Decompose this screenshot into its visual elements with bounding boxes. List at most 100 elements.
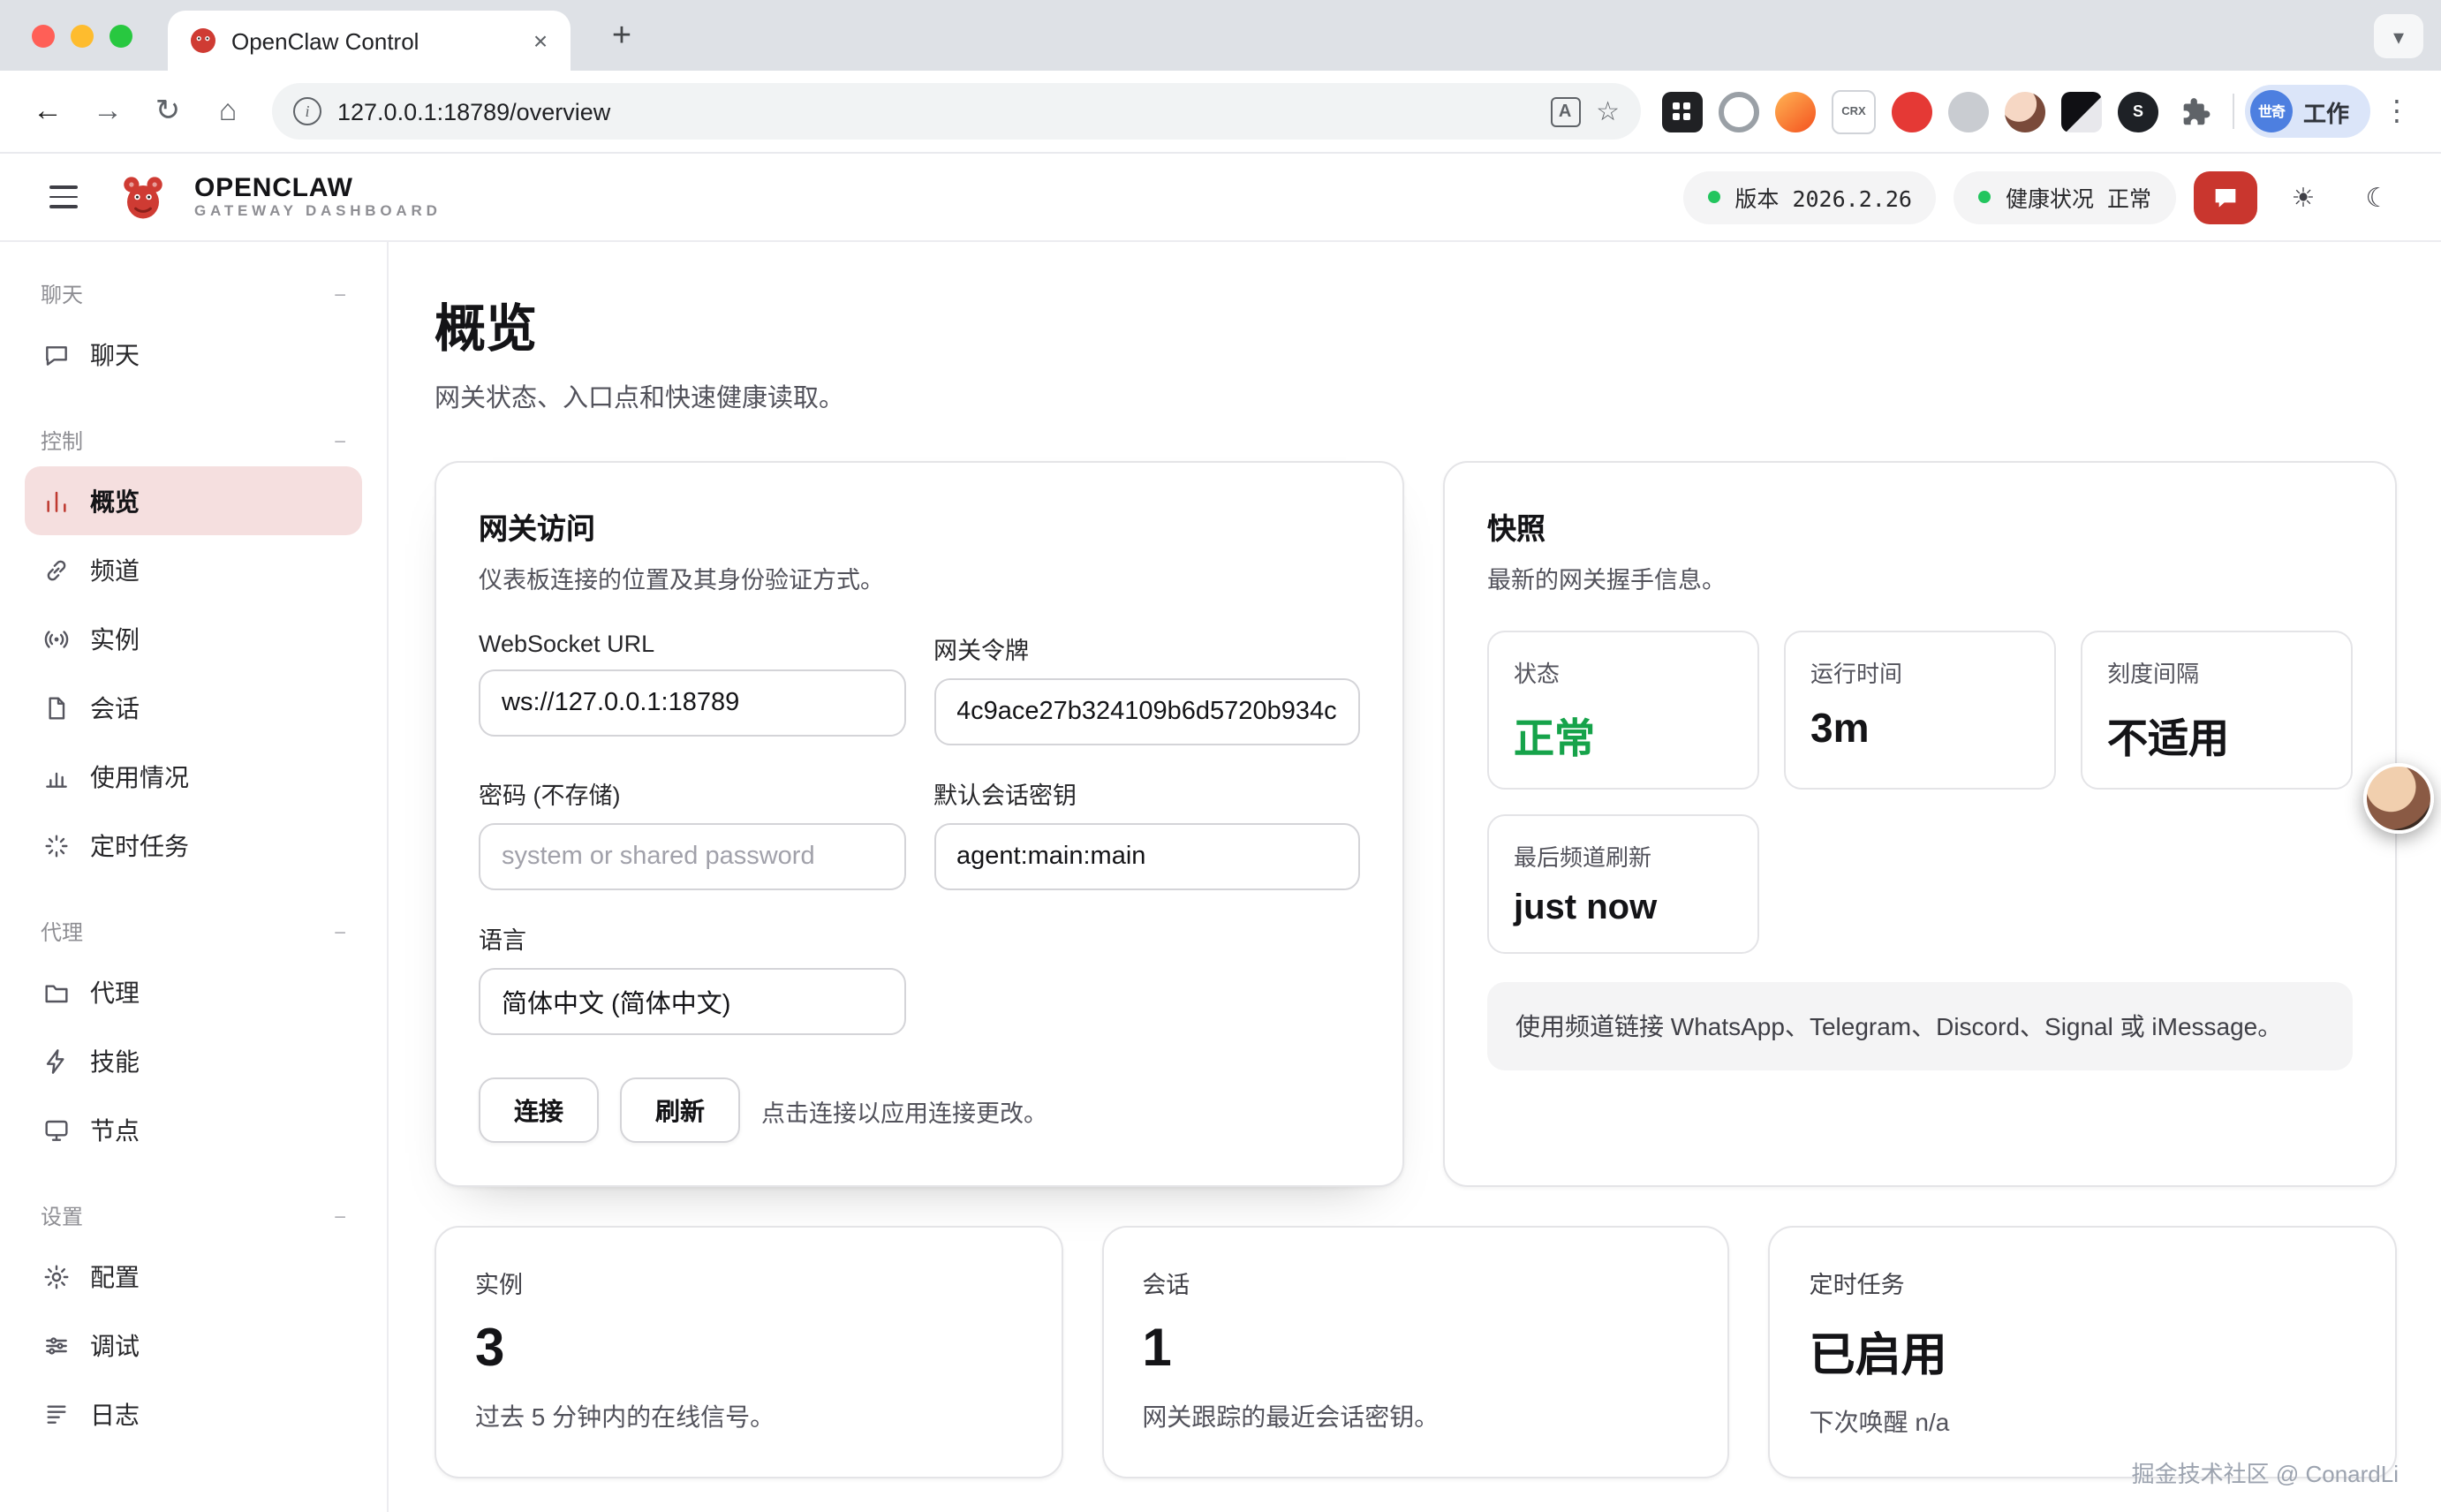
password-input[interactable] [479, 823, 905, 890]
status-tile-label: 状态 [1514, 655, 1733, 689]
last-refresh-tile-value: just now [1514, 888, 1733, 929]
sidebar-item-cron[interactable]: 定时任务 [25, 811, 362, 880]
sidebar-item-channels[interactable]: 频道 [25, 535, 362, 604]
gear-icon [42, 1262, 71, 1290]
collapse-icon[interactable]: − [334, 919, 346, 944]
extension-ring-icon[interactable] [1719, 91, 1759, 132]
session-key-input[interactable] [933, 823, 1360, 890]
address-bar[interactable]: i 127.0.0.1:18789/overview A ☆ [272, 83, 1641, 140]
gateway-token-field: 网关令牌 [933, 631, 1360, 745]
home-icon[interactable]: ⌂ [198, 81, 258, 141]
hamburger-menu-icon[interactable] [35, 169, 92, 225]
extensions-puzzle-icon[interactable] [2174, 91, 2215, 132]
cron-label: 定时任务 [1810, 1265, 2356, 1300]
window-close-button[interactable] [32, 25, 55, 48]
language-label: 语言 [479, 920, 905, 956]
openclaw-logo [117, 170, 170, 223]
section-label-settings: 设置 [41, 1201, 83, 1231]
bookmark-star-icon[interactable]: ☆ [1596, 95, 1620, 127]
sidebar-section-control: 控制 − 概览 频道 实例 会话 [25, 410, 362, 880]
cron-stat-card: 定时任务 已启用 下次唤醒 n/a [1769, 1226, 2397, 1478]
folder-icon [42, 978, 71, 1006]
bar-chart-icon [42, 487, 71, 515]
tab-close-icon[interactable]: × [525, 25, 556, 57]
sidebar-item-instances[interactable]: 实例 [25, 604, 362, 673]
sidebar-section-settings: 设置 − 配置 调试 日志 [25, 1185, 362, 1448]
window-minimize-button[interactable] [71, 25, 94, 48]
section-label-agents: 代理 [41, 917, 83, 947]
chat-icon [42, 340, 71, 368]
new-tab-button[interactable]: + [597, 12, 646, 62]
page-subtitle: 网关状态、入口点和快速健康读取。 [435, 378, 2397, 415]
forward-icon[interactable]: → [78, 81, 138, 141]
tick-interval-tile-value: 不适用 [2107, 705, 2326, 765]
collapse-icon[interactable]: − [334, 282, 346, 306]
sidebar-item-config[interactable]: 配置 [25, 1242, 362, 1311]
zap-icon [42, 1047, 71, 1075]
refresh-button[interactable]: 刷新 [620, 1077, 740, 1143]
floating-avatar[interactable] [2363, 763, 2434, 834]
monitor-icon [42, 1115, 71, 1144]
extension-adblock-icon[interactable] [1892, 91, 1932, 132]
cron-caption: 下次唤醒 n/a [1810, 1404, 2356, 1440]
sliders-icon [42, 1331, 71, 1359]
extension-grid-icon[interactable] [1662, 91, 1703, 132]
app-header: OPENCLAW GATEWAY DASHBOARD 版本 2026.2.26 … [0, 154, 2441, 242]
chat-bubble-button[interactable] [2194, 170, 2257, 223]
sidebar-item-sessions[interactable]: 会话 [25, 673, 362, 742]
connect-button[interactable]: 连接 [479, 1077, 599, 1143]
extension-photo-icon[interactable] [2061, 91, 2102, 132]
extension-gray-icon[interactable] [1948, 91, 1989, 132]
dark-theme-moon-icon[interactable]: ☾ [2349, 169, 2406, 225]
health-status-dot [1979, 191, 1991, 203]
link-icon [42, 556, 71, 584]
collapse-icon[interactable]: − [334, 1204, 346, 1228]
snapshot-card: 快照 最新的网关握手信息。 状态 正常 运行时间 3m 刻度间隔 [1443, 461, 2397, 1187]
extension-s-icon[interactable]: S [2118, 91, 2158, 132]
browser-menu-kebab-icon[interactable]: ⋮ [2370, 85, 2423, 138]
sidebar-item-agents[interactable]: 代理 [25, 957, 362, 1026]
sidebar-item-logs[interactable]: 日志 [25, 1380, 362, 1448]
sidebar-item-overview[interactable]: 概览 [25, 466, 362, 535]
sidebar-item-nodes[interactable]: 节点 [25, 1095, 362, 1164]
websocket-url-input[interactable] [479, 669, 905, 737]
collapse-icon[interactable]: − [334, 428, 346, 453]
translate-icon[interactable]: A [1550, 96, 1580, 126]
sessions-stat-card: 会话 1 网关跟踪的最近会话密钥。 [1101, 1226, 1729, 1478]
sessions-value: 1 [1142, 1319, 1689, 1380]
password-field: 密码 (不存储) [479, 775, 905, 890]
session-key-field: 默认会话密钥 [933, 775, 1360, 890]
site-info-icon[interactable]: i [293, 97, 321, 125]
language-field: 语言 [479, 920, 905, 1035]
snapshot-card-subtitle: 最新的网关握手信息。 [1487, 560, 2353, 595]
extension-orange-icon[interactable] [1775, 91, 1816, 132]
extension-avatar-icon[interactable] [2005, 91, 2045, 132]
status-tile: 状态 正常 [1487, 631, 1759, 790]
browser-tab[interactable]: OpenClaw Control × [168, 11, 571, 71]
tick-interval-tile: 刻度间隔 不适用 [2081, 631, 2353, 790]
window-controls [32, 25, 132, 48]
sessions-label: 会话 [1142, 1265, 1689, 1300]
websocket-url-label: WebSocket URL [479, 631, 905, 657]
tab-search-chevron-icon[interactable]: ▾ [2374, 14, 2423, 58]
language-select[interactable] [479, 968, 905, 1035]
uptime-tile-label: 运行时间 [1810, 655, 2029, 689]
browser-profile-chip[interactable]: 世奇 工作 [2245, 85, 2370, 138]
window-zoom-button[interactable] [110, 25, 132, 48]
browser-toolbar: ← → ↻ ⌂ i 127.0.0.1:18789/overview A ☆ C… [0, 71, 2441, 154]
gateway-token-input[interactable] [933, 678, 1360, 745]
extension-crx-icon[interactable]: CRX [1832, 89, 1876, 133]
instances-label: 实例 [475, 1265, 1022, 1300]
sidebar-item-skills[interactable]: 技能 [25, 1026, 362, 1095]
brand-title: OPENCLAW [194, 173, 442, 204]
reload-icon[interactable]: ↻ [138, 81, 198, 141]
sidebar-item-usage[interactable]: 使用情况 [25, 742, 362, 811]
url-text[interactable]: 127.0.0.1:18789/overview [337, 98, 610, 125]
health-label: 健康状况 正常 [2006, 180, 2151, 214]
sidebar-item-chat[interactable]: 聊天 [25, 320, 362, 389]
chat-bubble-icon [2211, 183, 2240, 211]
sidebar-item-debug[interactable]: 调试 [25, 1311, 362, 1380]
back-icon[interactable]: ← [18, 81, 78, 141]
light-theme-sun-icon[interactable]: ☀ [2275, 169, 2331, 225]
section-label-control: 控制 [41, 426, 83, 456]
